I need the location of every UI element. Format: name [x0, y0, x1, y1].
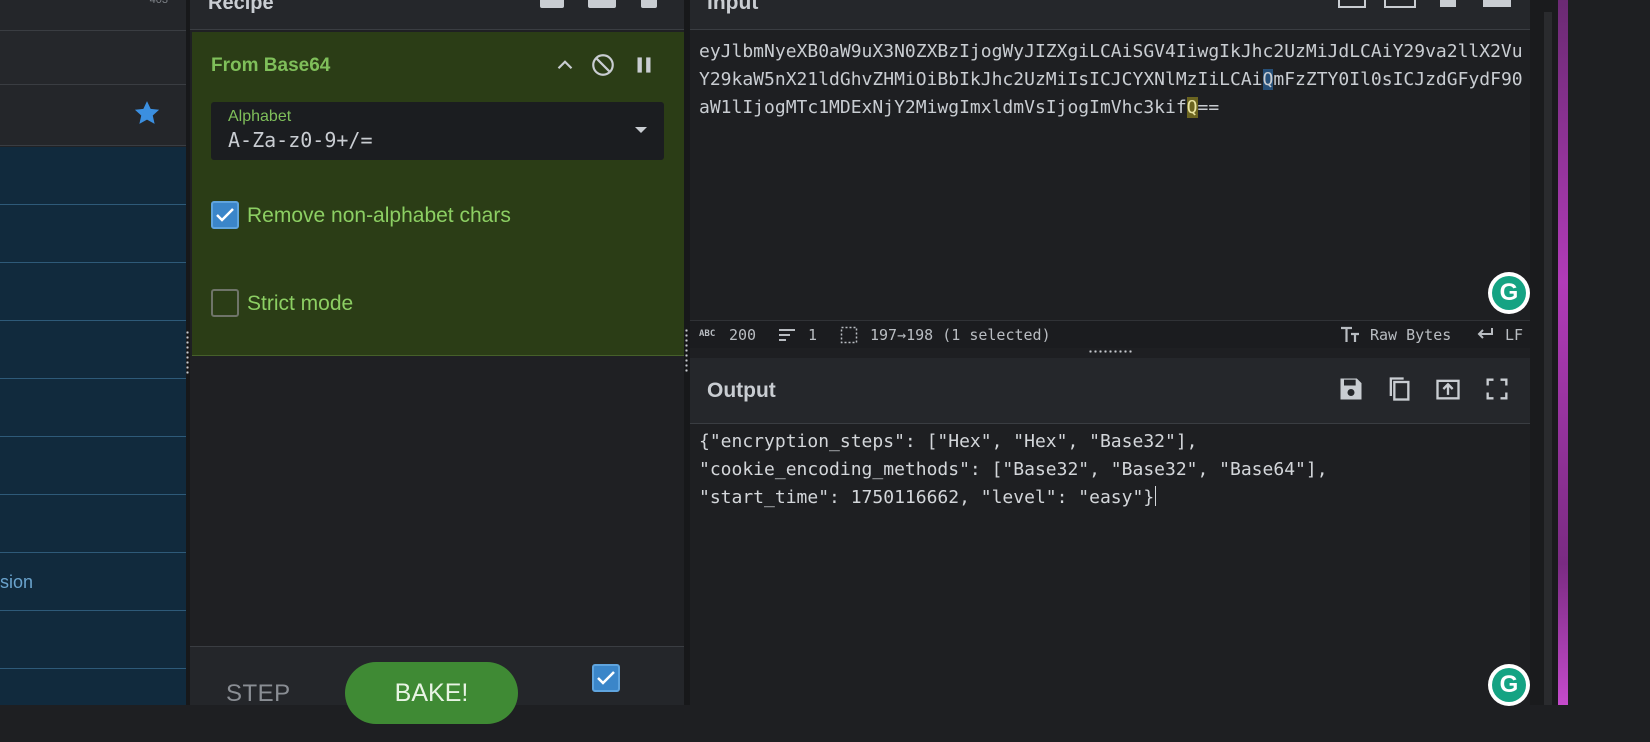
chevron-down-icon[interactable] — [635, 127, 647, 133]
input-title: Input — [707, 0, 759, 14]
desktop-background — [1558, 0, 1568, 705]
add-tab-icon[interactable] — [1302, 0, 1312, 4]
operation-item[interactable] — [0, 147, 186, 205]
io-panel: Input eyJlbmNyeXB0aW9uX3N0ZXBzIjogWyJIZX… — [690, 0, 1530, 706]
text-encoding-icon[interactable] — [1340, 326, 1360, 344]
copy-icon[interactable] — [1385, 375, 1413, 403]
load-recipe-icon[interactable] — [588, 0, 616, 8]
input-line-count: 1 — [808, 326, 818, 344]
io-splitter-grip[interactable] — [1088, 350, 1132, 353]
checkmark-icon — [597, 671, 615, 685]
replace-input-icon[interactable] — [1434, 375, 1462, 403]
input-matched-char: Q — [1186, 97, 1198, 118]
operation-title: From Base64 — [211, 55, 331, 76]
input-encoding[interactable]: Raw Bytes — [1370, 326, 1451, 344]
save-icon[interactable] — [1337, 375, 1365, 403]
recipe-panel: Recipe From Base64 Alphabet A-Za-z0-9+/= — [190, 0, 684, 724]
grammarly-button[interactable]: G — [1488, 272, 1530, 314]
delete-icon[interactable] — [1440, 0, 1456, 7]
operations-list: sion — [0, 147, 186, 705]
input-text-after: == — [1197, 97, 1220, 118]
eol-icon[interactable] — [1476, 327, 1494, 341]
window-edge — [1530, 0, 1568, 705]
selection-icon — [840, 326, 858, 344]
operation-item[interactable] — [0, 669, 186, 705]
input-status-bar: ABC 200 1 197→198 (1 selected) Raw Bytes… — [690, 320, 1530, 348]
operation-item-label: sion — [0, 572, 34, 592]
scrollbar[interactable] — [1544, 12, 1552, 705]
input-textarea[interactable]: eyJlbmNyeXB0aW9uX3N0ZXBzIjogWyJIZXgiLCAi… — [699, 38, 1529, 122]
save-recipe-icon[interactable] — [540, 0, 564, 8]
disable-icon[interactable] — [590, 52, 616, 78]
operation-item[interactable] — [0, 437, 186, 495]
alphabet-value: A-Za-z0-9+/= — [228, 128, 373, 152]
recipe-controls: STEP BAKE! — [190, 646, 684, 724]
open-folder-icon[interactable] — [1338, 0, 1366, 8]
chevron-up-icon[interactable] — [552, 52, 578, 78]
input-eol[interactable]: LF — [1505, 326, 1523, 344]
clear-recipe-icon[interactable] — [641, 0, 657, 8]
strict-mode-checkbox[interactable] — [211, 289, 239, 317]
grammarly-icon: G — [1492, 276, 1526, 310]
output-textarea[interactable]: {"encryption_steps": ["Hex", "Hex", "Bas… — [699, 428, 1529, 512]
lines-icon — [779, 329, 795, 341]
recipe-header: Recipe — [190, 0, 684, 30]
open-file-icon[interactable] — [1384, 0, 1416, 8]
star-icon[interactable] — [132, 98, 162, 128]
maximize-icon[interactable] — [1483, 375, 1511, 403]
strict-mode-label: Strict mode — [247, 292, 354, 315]
recipe-title: Recipe — [208, 0, 274, 14]
grammarly-button[interactable]: G — [1488, 664, 1530, 706]
input-header: Input — [690, 0, 1530, 30]
bake-button[interactable]: BAKE! — [345, 662, 518, 724]
operations-search-input[interactable] — [0, 31, 186, 85]
operation-item[interactable]: sion — [0, 553, 186, 611]
splitter-grip[interactable] — [685, 328, 688, 374]
operations-header: 403 — [0, 0, 186, 31]
layout-icon[interactable] — [1483, 0, 1511, 7]
input-selected-char: Q — [1262, 69, 1274, 90]
operation-item[interactable] — [0, 611, 186, 669]
from-base64-operation: From Base64 Alphabet A-Za-z0-9+/= Remove… — [192, 32, 684, 356]
grammarly-icon: G — [1492, 668, 1526, 702]
output-title: Output — [707, 379, 776, 402]
operation-item[interactable] — [0, 495, 186, 553]
splitter-grip[interactable] — [186, 330, 189, 376]
output-header: Output — [690, 358, 1530, 424]
remove-non-alphabet-label: Remove non-alphabet chars — [247, 204, 511, 227]
remove-non-alphabet-checkbox[interactable] — [211, 201, 239, 229]
text-cursor — [1155, 486, 1157, 506]
operation-item[interactable] — [0, 263, 186, 321]
input-selection: 197→198 (1 selected) — [870, 326, 1051, 344]
input-length: 200 — [729, 326, 757, 344]
alphabet-select[interactable]: Alphabet A-Za-z0-9+/= — [211, 102, 664, 160]
abc-icon: ABC — [699, 329, 716, 339]
bake-button-label: BAKE! — [394, 679, 469, 707]
operations-panel: 403 sion — [0, 0, 186, 705]
operations-count: 403 — [149, 0, 168, 6]
checkmark-icon — [216, 208, 234, 222]
auto-bake-checkbox[interactable] — [592, 664, 620, 692]
alphabet-label: Alphabet — [228, 108, 292, 125]
step-button[interactable]: STEP — [226, 680, 291, 708]
operation-item[interactable] — [0, 379, 186, 437]
operation-item[interactable] — [0, 321, 186, 379]
favourites-category[interactable] — [0, 85, 186, 146]
operation-item[interactable] — [0, 205, 186, 263]
output-text: {"encryption_steps": ["Hex", "Hex", "Bas… — [699, 431, 1328, 508]
pause-icon[interactable] — [631, 52, 657, 78]
